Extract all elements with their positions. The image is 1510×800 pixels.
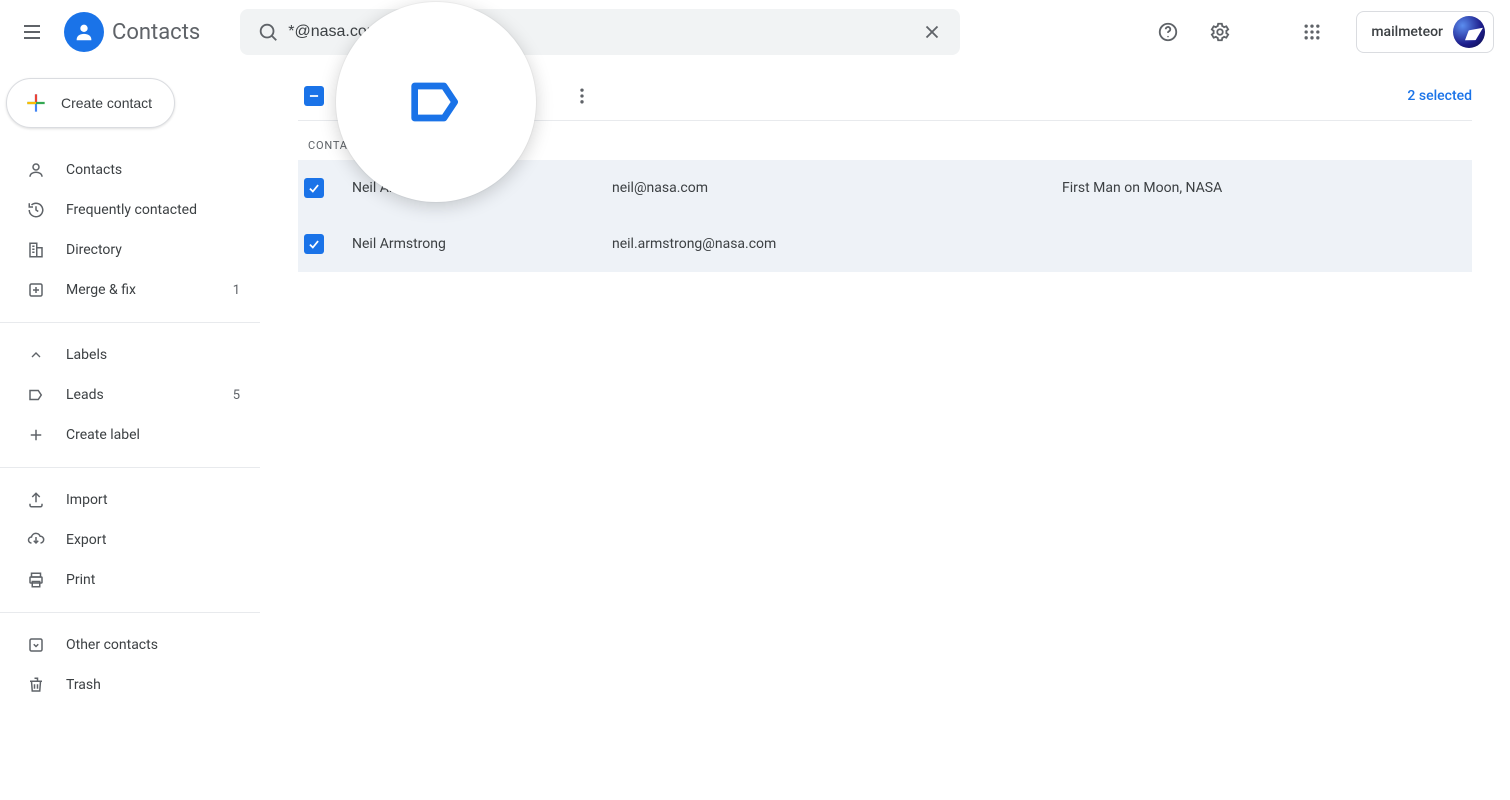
hamburger-icon: [20, 20, 44, 44]
close-icon: [921, 21, 943, 43]
sidebar-item-label: Frequently contacted: [66, 202, 240, 218]
select-all-checkbox[interactable]: [304, 86, 324, 106]
sidebar-create-label[interactable]: Create label: [0, 415, 260, 455]
sidebar-item-label: Labels: [66, 347, 240, 363]
app-title: Contacts: [112, 20, 200, 45]
search-button[interactable]: [248, 12, 288, 52]
label-icon-large: [404, 70, 468, 134]
merge-icon: [26, 281, 46, 299]
header: Contacts mailmeteor: [0, 0, 1510, 64]
trash-icon: [26, 676, 46, 694]
search-bar: [240, 9, 960, 55]
sidebar-item-label: Leads: [66, 387, 213, 403]
cloud-download-icon: [26, 531, 46, 549]
table-row[interactable]: Neil Armstrong neil.armstrong@nasa.com: [298, 216, 1472, 272]
contact-email: neil.armstrong@nasa.com: [612, 236, 1062, 252]
check-icon: [307, 237, 321, 251]
sidebar-label-leads[interactable]: Leads 5: [0, 375, 260, 415]
sidebar-item-merge-fix[interactable]: Merge & fix 1: [0, 270, 260, 310]
indeterminate-icon: [307, 89, 321, 103]
sidebar-item-label: Contacts: [66, 162, 240, 178]
sidebar-labels-header[interactable]: Labels: [0, 335, 260, 375]
plus-icon: [26, 426, 46, 444]
chevron-up-icon: [26, 347, 46, 363]
search-icon: [257, 21, 279, 43]
contact-name: Neil Armstrong: [352, 236, 612, 252]
sidebar-item-label: Create label: [66, 427, 240, 443]
sidebar-item-other-contacts[interactable]: Other contacts: [0, 625, 260, 665]
create-contact-label: Create contact: [61, 95, 152, 111]
help-icon: [1157, 21, 1179, 43]
sidebar-item-trash[interactable]: Trash: [0, 665, 260, 705]
sidebar-item-label: Export: [66, 532, 240, 548]
apps-grid-icon: [1302, 22, 1322, 42]
more-actions-button[interactable]: [562, 76, 602, 116]
building-icon: [26, 241, 46, 259]
sidebar-item-contacts[interactable]: Contacts: [0, 150, 260, 190]
sidebar-item-label: Import: [66, 492, 240, 508]
more-vert-icon: [572, 86, 592, 106]
plus-multicolor-icon: [23, 90, 49, 116]
sidebar-item-directory[interactable]: Directory: [0, 230, 260, 270]
selected-count: 2 selected: [1407, 88, 1472, 104]
settings-button[interactable]: [1196, 8, 1244, 56]
person-icon: [26, 161, 46, 179]
sidebar: Create contact Contacts Frequently conta…: [0, 64, 260, 800]
sidebar-item-frequent[interactable]: Frequently contacted: [0, 190, 260, 230]
row-checkbox[interactable]: [304, 178, 324, 198]
check-icon: [307, 181, 321, 195]
sidebar-item-print[interactable]: Print: [0, 560, 260, 600]
callout-magnifier: [336, 2, 536, 202]
sidebar-item-import[interactable]: Import: [0, 480, 260, 520]
app-logo[interactable]: Contacts: [64, 12, 200, 52]
sidebar-item-export[interactable]: Export: [0, 520, 260, 560]
header-actions: mailmeteor: [1144, 8, 1494, 56]
sidebar-item-label: Other contacts: [66, 637, 240, 653]
sidebar-item-label: Directory: [66, 242, 240, 258]
sidebar-item-label: Trash: [66, 677, 240, 693]
contacts-logo-icon: [64, 12, 104, 52]
label-icon: [26, 386, 46, 404]
contact-notes: First Man on Moon, NASA: [1062, 180, 1452, 196]
help-button[interactable]: [1144, 8, 1192, 56]
printer-icon: [26, 571, 46, 589]
sidebar-item-count: 1: [233, 283, 240, 298]
sidebar-item-label: Print: [66, 572, 240, 588]
sidebar-item-count: 5: [233, 388, 240, 403]
contact-email: neil@nasa.com: [612, 180, 1062, 196]
row-checkbox[interactable]: [304, 234, 324, 254]
apps-button[interactable]: [1288, 8, 1336, 56]
history-icon: [26, 201, 46, 219]
archive-icon: [26, 636, 46, 654]
sidebar-item-label: Merge & fix: [66, 282, 213, 298]
account-badge[interactable]: mailmeteor: [1356, 11, 1494, 53]
main-menu-button[interactable]: [8, 8, 56, 56]
create-contact-button[interactable]: Create contact: [6, 78, 175, 128]
upload-icon: [26, 491, 46, 509]
clear-search-button[interactable]: [912, 12, 952, 52]
account-label: mailmeteor: [1371, 24, 1443, 40]
gear-icon: [1209, 21, 1231, 43]
account-avatar: [1453, 16, 1485, 48]
